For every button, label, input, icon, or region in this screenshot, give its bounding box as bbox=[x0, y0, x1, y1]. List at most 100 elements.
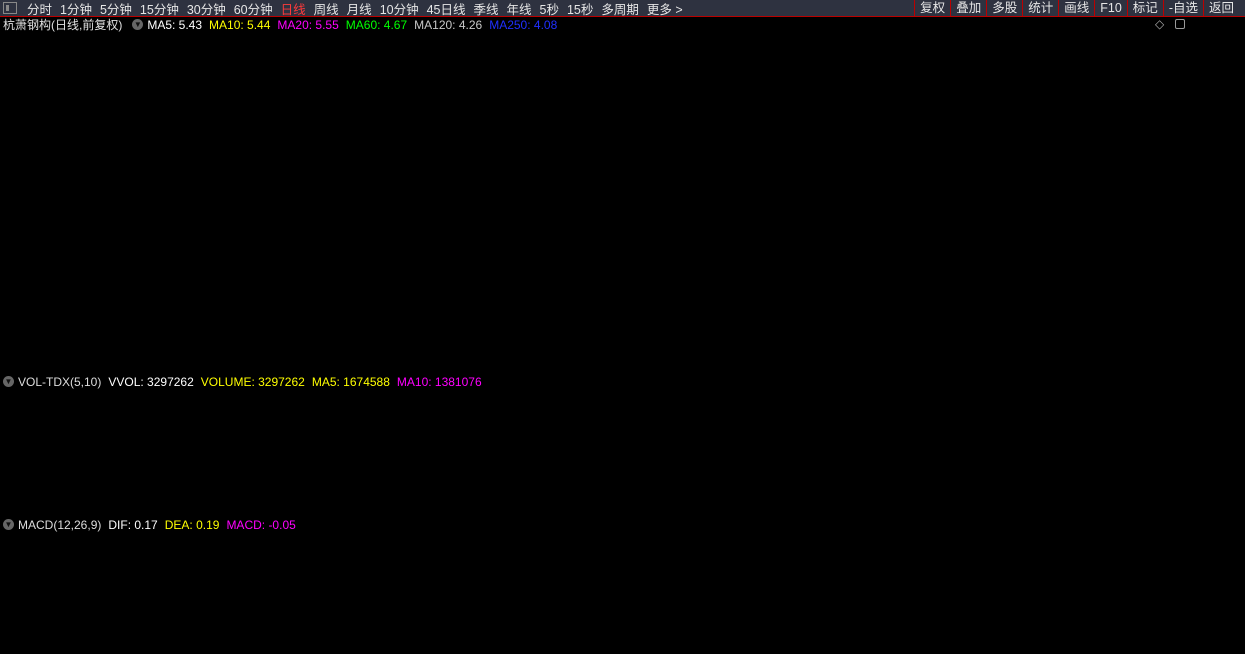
period-tab[interactable]: 分时 bbox=[23, 0, 56, 18]
period-tab[interactable]: 多周期 bbox=[597, 0, 643, 18]
price-axis-label: 4.00 bbox=[1200, 285, 1221, 297]
candlestick bbox=[359, 336, 372, 346]
period-tab[interactable]: 更多 > bbox=[643, 0, 687, 18]
candle-body bbox=[848, 174, 861, 196]
candlestick bbox=[131, 331, 144, 348]
period-tab[interactable]: 年线 bbox=[503, 0, 536, 18]
signal-marker bbox=[216, 32, 221, 36]
ma60-label: MA60: 4.67 bbox=[345, 17, 408, 32]
volume-bar bbox=[750, 476, 764, 517]
volume-bar bbox=[782, 467, 796, 517]
menu-toggle-icon[interactable] bbox=[3, 2, 17, 14]
period-tab[interactable]: 季线 bbox=[470, 0, 503, 18]
toolbar-action-button[interactable]: 标记 bbox=[1126, 0, 1163, 16]
volume-bar bbox=[114, 509, 128, 517]
candlestick bbox=[457, 294, 470, 322]
candle-body bbox=[294, 320, 307, 327]
volume-bar bbox=[619, 460, 633, 517]
candle-body bbox=[82, 334, 95, 346]
candle-body bbox=[979, 130, 991, 147]
signal-marker bbox=[396, 32, 401, 36]
period-tab[interactable]: 60分钟 bbox=[230, 0, 277, 18]
volume-bar bbox=[636, 463, 650, 517]
candle-body bbox=[538, 240, 551, 245]
period-tab[interactable]: 45日线 bbox=[423, 0, 470, 18]
volume-bar bbox=[49, 507, 63, 517]
candle-body bbox=[995, 139, 1008, 157]
candlestick bbox=[1076, 174, 1089, 186]
volume-bar bbox=[179, 505, 193, 517]
toolbar-action-button[interactable]: 画线 bbox=[1058, 0, 1094, 16]
candle-body bbox=[147, 338, 160, 350]
volume-bar bbox=[668, 473, 682, 517]
signal-marker bbox=[559, 32, 564, 36]
period-tab[interactable]: 1分钟 bbox=[56, 0, 96, 18]
toolbar-action-button[interactable]: -自选 bbox=[1162, 0, 1203, 16]
period-tab[interactable]: 月线 bbox=[343, 0, 376, 18]
dea-label: DEA: 0.19 bbox=[164, 517, 220, 532]
volume-bar bbox=[424, 487, 438, 517]
volume-bar bbox=[293, 509, 307, 517]
period-tab[interactable]: 周线 bbox=[310, 0, 343, 18]
volume-bar bbox=[522, 462, 536, 517]
candlestick bbox=[441, 307, 454, 317]
period-tab[interactable]: 日线 bbox=[277, 0, 310, 18]
candlestick bbox=[816, 86, 828, 145]
period-tab[interactable]: 10分钟 bbox=[376, 0, 423, 18]
panel-toggle-icon[interactable] bbox=[1175, 19, 1185, 29]
volume-bar bbox=[815, 410, 829, 517]
candlestick bbox=[408, 329, 421, 341]
candle-body bbox=[962, 117, 975, 149]
signal-marker bbox=[1064, 32, 1069, 36]
candle-body bbox=[327, 325, 339, 330]
candle-body bbox=[930, 80, 943, 112]
volume-bar bbox=[473, 487, 487, 517]
volume-bar bbox=[212, 507, 226, 517]
candlestick bbox=[669, 195, 682, 219]
chevron-down-icon[interactable]: ▼ bbox=[3, 376, 14, 387]
price-axis-label: 6.25 bbox=[1200, 63, 1221, 75]
event-badge bbox=[669, 358, 683, 372]
volume-bar bbox=[489, 489, 503, 517]
diamond-icon[interactable]: ◇ bbox=[1155, 17, 1164, 31]
macd-axis-box bbox=[1187, 517, 1240, 653]
period-tab[interactable]: 5秒 bbox=[536, 0, 563, 18]
ma120-line bbox=[6, 263, 1132, 295]
candle-body bbox=[604, 163, 617, 187]
volume-bar bbox=[440, 497, 454, 517]
toolbar-action-button[interactable]: 返回 bbox=[1202, 0, 1239, 16]
period-tab[interactable]: 15分钟 bbox=[136, 0, 183, 18]
signal-marker bbox=[820, 32, 824, 36]
candlestick bbox=[930, 73, 943, 120]
candle-body bbox=[750, 190, 763, 203]
signal-marker bbox=[803, 32, 808, 36]
period-tabs: 分时 1分钟 5分钟 15分钟 30分钟 60分钟 日线 周线 月线 10分钟 45日线 季线 年线 5秒… bbox=[23, 0, 687, 18]
volume-bar bbox=[98, 508, 112, 517]
candle-body bbox=[196, 322, 209, 325]
event-marker: 港 bbox=[669, 358, 683, 372]
candle-body bbox=[881, 90, 894, 94]
toolbar-action-button[interactable]: 叠加 bbox=[950, 0, 986, 16]
event-label: 港 bbox=[670, 359, 681, 372]
candle-body bbox=[767, 196, 780, 205]
chevron-down-icon[interactable]: ▼ bbox=[132, 19, 144, 30]
candlestick bbox=[473, 281, 486, 294]
signal-marker bbox=[168, 32, 172, 36]
period-tab[interactable]: 30分钟 bbox=[183, 0, 230, 18]
candlestick bbox=[1044, 138, 1057, 157]
candle-body bbox=[229, 321, 242, 324]
toolbar-action-button[interactable]: 复权 bbox=[914, 0, 950, 16]
volume-axis-label: 30000 bbox=[1200, 400, 1231, 412]
ma10-label: MA10: 5.44 bbox=[209, 17, 271, 32]
toolbar-action-button[interactable]: 统计 bbox=[1022, 0, 1058, 16]
toolbar-action-button[interactable]: 多股 bbox=[986, 0, 1022, 16]
stock-chart[interactable]: 6.50 6.25 6.00 5.75 5.50 5.25 5.00 4.75 4.50 4.25… bbox=[0, 0, 1245, 654]
candle-body bbox=[131, 331, 144, 348]
volume-bar bbox=[603, 440, 617, 517]
candlestick bbox=[392, 330, 405, 341]
chevron-down-icon[interactable]: ▼ bbox=[3, 519, 14, 530]
period-tab[interactable]: 5分钟 bbox=[96, 0, 136, 18]
candle-body bbox=[506, 251, 519, 288]
toolbar-action-button[interactable]: F10 bbox=[1094, 0, 1127, 16]
period-tab[interactable]: 15秒 bbox=[563, 0, 597, 18]
